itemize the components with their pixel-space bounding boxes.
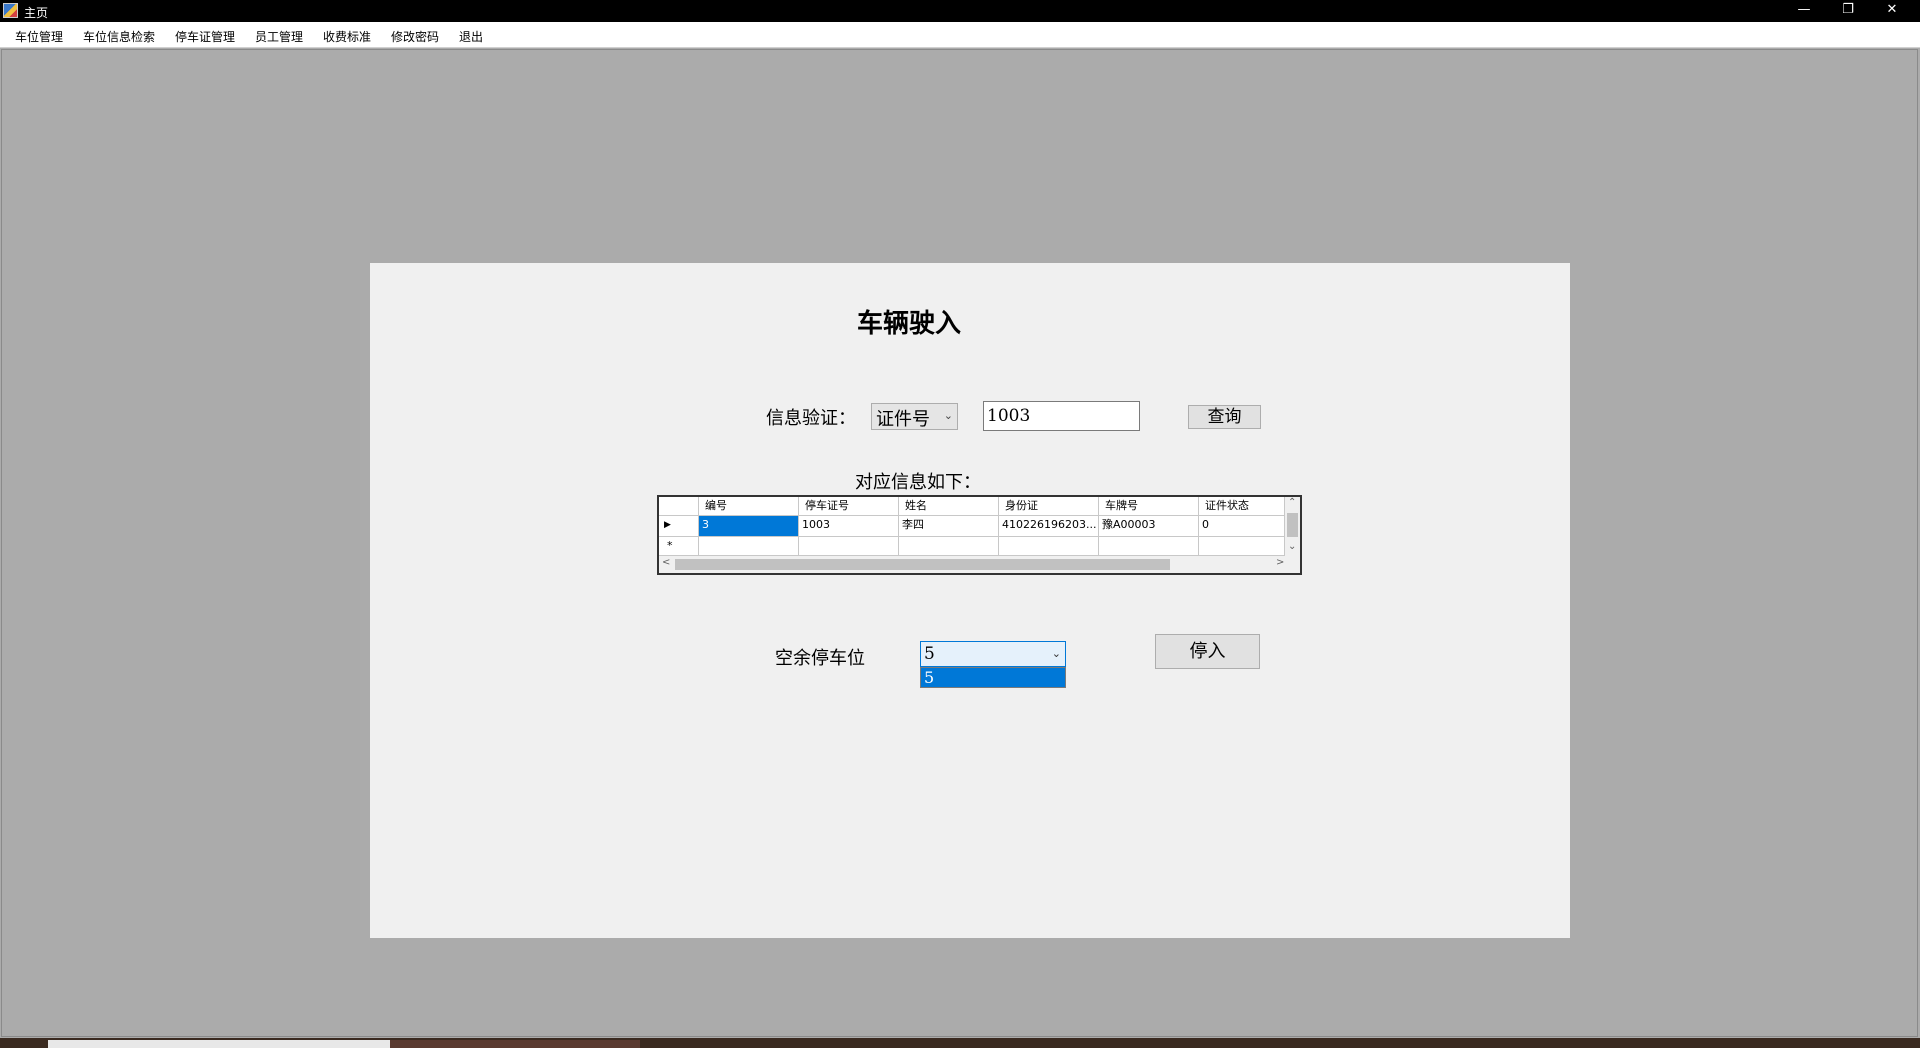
column-header[interactable]: 编号 (699, 497, 799, 516)
result-label: 对应信息如下： (855, 472, 981, 493)
table-cell[interactable]: 410226196203... (999, 516, 1099, 537)
menu-item-permit-management[interactable]: 停车证管理 (175, 28, 235, 45)
table-cell-empty[interactable] (999, 537, 1099, 556)
verify-type-select[interactable]: 证件号 ⌄ (871, 403, 958, 430)
row-header-current[interactable]: ▶ (659, 516, 699, 537)
scroll-left-icon[interactable]: < (662, 557, 670, 568)
chevron-down-icon: ⌄ (943, 409, 953, 422)
horizontal-scrollbar[interactable]: < > (659, 556, 1300, 573)
column-header[interactable]: 停车证号 (799, 497, 899, 516)
menu-item-space-search[interactable]: 车位信息检索 (83, 28, 155, 45)
taskbar-item[interactable] (48, 1040, 390, 1048)
table-cell-empty[interactable] (1099, 537, 1199, 556)
vertical-scrollbar[interactable]: ⌃ ⌄ (1285, 497, 1300, 556)
row-header-new[interactable]: * (659, 537, 699, 556)
title-bar: 主页 — ❐ ✕ (0, 0, 1920, 22)
spot-select-value: 5 (924, 644, 935, 664)
column-header[interactable]: 身份证 (999, 497, 1099, 516)
scroll-down-icon[interactable]: ⌄ (1288, 541, 1296, 552)
taskbar-item[interactable] (390, 1040, 640, 1048)
restore-button[interactable]: ❐ (1826, 0, 1870, 22)
spot-select[interactable]: 5 ⌄ (920, 641, 1066, 667)
table-cell[interactable]: 1003 (799, 516, 899, 537)
minimize-button[interactable]: — (1782, 0, 1826, 22)
table-cell[interactable]: 李四 (899, 516, 999, 537)
window-title: 主页 (24, 6, 49, 20)
chevron-down-icon: ⌄ (1051, 647, 1061, 660)
result-grid[interactable]: 编号 停车证号 姓名 身份证 车牌号 证件状态 ▶ 3 1003 李四 4102… (657, 495, 1302, 575)
taskbar (0, 1038, 1920, 1048)
table-cell[interactable]: 豫A00003 (1099, 516, 1199, 537)
column-header[interactable]: 证件状态 (1199, 497, 1285, 516)
page-title: 车辆驶入 (857, 309, 962, 339)
vertical-scroll-thumb[interactable] (1287, 513, 1298, 537)
verify-value-input[interactable] (983, 401, 1140, 431)
park-in-button[interactable]: 停入 (1155, 634, 1260, 669)
verify-type-value: 证件号 (876, 409, 930, 430)
query-button[interactable]: 查询 (1188, 405, 1261, 429)
table-cell[interactable]: 0 (1199, 516, 1285, 537)
scroll-up-icon[interactable]: ⌃ (1288, 497, 1296, 508)
close-button[interactable]: ✕ (1870, 0, 1914, 22)
table-cell-empty[interactable] (899, 537, 999, 556)
column-header[interactable]: 车牌号 (1099, 497, 1199, 516)
table-cell-empty[interactable] (799, 537, 899, 556)
verify-label: 信息验证： (766, 408, 856, 429)
menu-item-change-password[interactable]: 修改密码 (391, 28, 439, 45)
spot-dropdown-option[interactable]: 5 (920, 667, 1066, 688)
menu-item-exit[interactable]: 退出 (459, 28, 483, 45)
menu-item-parking-space[interactable]: 车位管理 (15, 28, 63, 45)
table-cell-empty[interactable] (699, 537, 799, 556)
mdi-workspace: 车辆驶入 信息验证： 证件号 ⌄ 查询 对应信息如下： 编号 停车证号 姓名 身… (1, 49, 1918, 1037)
scroll-right-icon[interactable]: > (1276, 557, 1284, 568)
table-cell-empty[interactable] (1199, 537, 1285, 556)
menu-item-fee-standard[interactable]: 收费标准 (323, 28, 371, 45)
menu-bar: 车位管理 车位信息检索 停车证管理 员工管理 收费标准 修改密码 退出 (0, 22, 1920, 48)
table-cell[interactable]: 3 (699, 516, 799, 537)
spot-label: 空余停车位 (775, 648, 865, 669)
app-icon (3, 3, 18, 18)
column-header[interactable]: 姓名 (899, 497, 999, 516)
vehicle-entry-form: 车辆驶入 信息验证： 证件号 ⌄ 查询 对应信息如下： 编号 停车证号 姓名 身… (370, 263, 1570, 938)
horizontal-scroll-thumb[interactable] (675, 559, 1170, 570)
menu-item-staff-management[interactable]: 员工管理 (255, 28, 303, 45)
grid-corner (659, 497, 699, 516)
